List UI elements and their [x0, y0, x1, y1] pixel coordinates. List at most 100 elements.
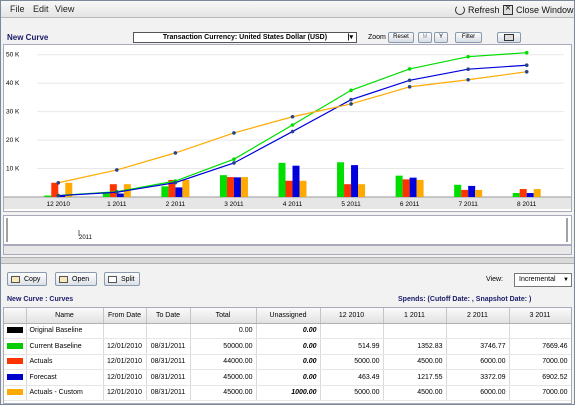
split-button[interactable]: Split	[104, 272, 140, 286]
line-point[interactable]	[232, 161, 236, 165]
col-header-period[interactable]: 1 2011	[383, 308, 447, 324]
bar-current-baseline[interactable]	[44, 195, 52, 197]
line-point[interactable]	[524, 63, 529, 68]
cell-c3[interactable]: 3746.77	[446, 338, 510, 355]
cell-c4[interactable]: 7669.46	[509, 338, 571, 355]
timeline-scrollbar[interactable]	[3, 245, 572, 255]
line-point[interactable]	[56, 180, 61, 185]
col-header-name[interactable]: Name	[26, 308, 104, 324]
bar-current-baseline[interactable]	[395, 175, 403, 197]
cell-name[interactable]: Current Baseline	[26, 338, 104, 355]
cell-c3[interactable]: 6000.00	[446, 385, 510, 401]
bar-current-baseline[interactable]	[337, 162, 345, 197]
cell-name[interactable]: Original Baseline	[26, 323, 104, 339]
line-point[interactable]	[173, 180, 178, 185]
bar-actuals-custom[interactable]	[358, 184, 366, 197]
line-point[interactable]	[232, 131, 236, 135]
bar-actuals-custom[interactable]	[299, 180, 307, 197]
col-header-unassigned[interactable]: Unassigned	[256, 308, 321, 324]
cell-unassigned[interactable]: 0.00	[256, 354, 321, 370]
timeline-overview[interactable]: 2011	[3, 215, 572, 245]
line-point[interactable]	[232, 157, 236, 161]
col-header-from-date[interactable]: From Date	[103, 308, 147, 324]
bar-forecast[interactable]	[233, 177, 241, 197]
cell-total[interactable]: 45000.00	[190, 385, 257, 401]
cell-from[interactable]: 12/01/2010	[103, 369, 147, 386]
table-row[interactable]: Original Baseline 0.00 0.00	[4, 323, 571, 339]
line-point[interactable]	[524, 69, 529, 74]
cell-from[interactable]: 12/01/2010	[103, 338, 147, 355]
line-point[interactable]	[466, 77, 470, 82]
col-header-total[interactable]: Total	[190, 308, 257, 324]
col-header-period[interactable]: 12 2010	[320, 308, 384, 324]
cell-c2[interactable]	[383, 323, 447, 339]
line-point[interactable]	[56, 193, 61, 198]
cell-c4[interactable]: 7000.00	[509, 354, 571, 370]
table-row[interactable]: Actuals 12/01/2010 08/31/2011 44000.00 0.00 5…	[4, 354, 571, 370]
cell-c3[interactable]	[446, 323, 510, 339]
cell-from[interactable]: 12/01/2010	[103, 385, 147, 401]
menu-view[interactable]: View	[55, 4, 74, 14]
col-header-to-date[interactable]: To Date	[146, 308, 191, 324]
line-point[interactable]	[349, 102, 353, 106]
menu-edit[interactable]: Edit	[33, 4, 49, 14]
cell-total[interactable]: 45000.00	[190, 369, 257, 386]
bar-actuals[interactable]	[461, 189, 469, 197]
copy-button[interactable]: Copy	[7, 272, 47, 286]
cell-c4[interactable]	[509, 323, 571, 339]
menu-file[interactable]: File	[10, 4, 25, 14]
cell-from[interactable]	[103, 323, 147, 339]
cell-total[interactable]: 0.00	[190, 323, 257, 339]
line-point[interactable]	[290, 129, 295, 134]
cell-name[interactable]: Forecast	[26, 369, 104, 386]
cell-c4[interactable]: 7000.00	[509, 385, 571, 401]
line-point[interactable]	[407, 85, 412, 89]
line-point[interactable]	[290, 114, 295, 119]
bar-actuals[interactable]	[344, 184, 352, 197]
bar-forecast[interactable]	[116, 193, 124, 197]
line-point[interactable]	[466, 54, 470, 59]
line-point[interactable]	[466, 67, 470, 72]
bar-actuals[interactable]	[285, 180, 293, 197]
cell-to[interactable]: 08/31/2011	[146, 385, 191, 401]
line-point[interactable]	[115, 168, 119, 172]
line-point[interactable]	[524, 50, 529, 55]
bar-actuals[interactable]	[402, 179, 410, 197]
cell-c1[interactable]: 5000.00	[320, 354, 384, 370]
currency-select[interactable]: Transaction Currency: United States Doll…	[133, 32, 357, 43]
bar-current-baseline[interactable]	[161, 186, 169, 197]
bar-forecast[interactable]	[468, 185, 476, 197]
cell-name[interactable]: Actuals	[26, 354, 104, 370]
cell-unassigned[interactable]: 0.00	[256, 338, 321, 355]
cell-unassigned[interactable]: 1000.00	[256, 385, 321, 401]
line-point[interactable]	[407, 67, 412, 71]
cell-to[interactable]: 08/31/2011	[146, 354, 191, 370]
bar-forecast[interactable]	[526, 193, 534, 197]
cell-c2[interactable]: 4500.00	[383, 354, 447, 370]
col-header-period[interactable]: 3 2011	[509, 308, 571, 324]
cell-total[interactable]: 50000.00	[190, 338, 257, 355]
cell-c3[interactable]: 6000.00	[446, 354, 510, 370]
cell-from[interactable]: 12/01/2010	[103, 354, 147, 370]
cell-c1[interactable]	[320, 323, 384, 339]
table-row[interactable]: Forecast 12/01/2010 08/31/2011 45000.00 0.00…	[4, 369, 571, 386]
cell-to[interactable]: 08/31/2011	[146, 369, 191, 386]
line-point[interactable]	[290, 123, 295, 127]
bar-forecast[interactable]	[351, 165, 359, 197]
zoom-reset-button[interactable]: Reset	[388, 32, 414, 43]
line-point[interactable]	[115, 190, 119, 195]
close-window-button[interactable]: Close Window	[503, 3, 574, 16]
bar-current-baseline[interactable]	[454, 184, 462, 197]
bar-current-baseline[interactable]	[512, 193, 520, 197]
bar-forecast[interactable]	[409, 177, 417, 197]
cell-unassigned[interactable]: 0.00	[256, 369, 321, 386]
bar-actuals[interactable]	[519, 189, 527, 197]
bar-actuals-custom[interactable]	[182, 179, 190, 197]
line-point[interactable]	[349, 97, 353, 102]
bar-current-baseline[interactable]	[102, 193, 110, 197]
bar-forecast[interactable]	[175, 187, 183, 197]
panel-splitter[interactable]	[1, 257, 574, 264]
view-select[interactable]: Incremental ▼	[514, 273, 572, 287]
line-point[interactable]	[173, 151, 178, 155]
print-button[interactable]	[497, 32, 521, 43]
